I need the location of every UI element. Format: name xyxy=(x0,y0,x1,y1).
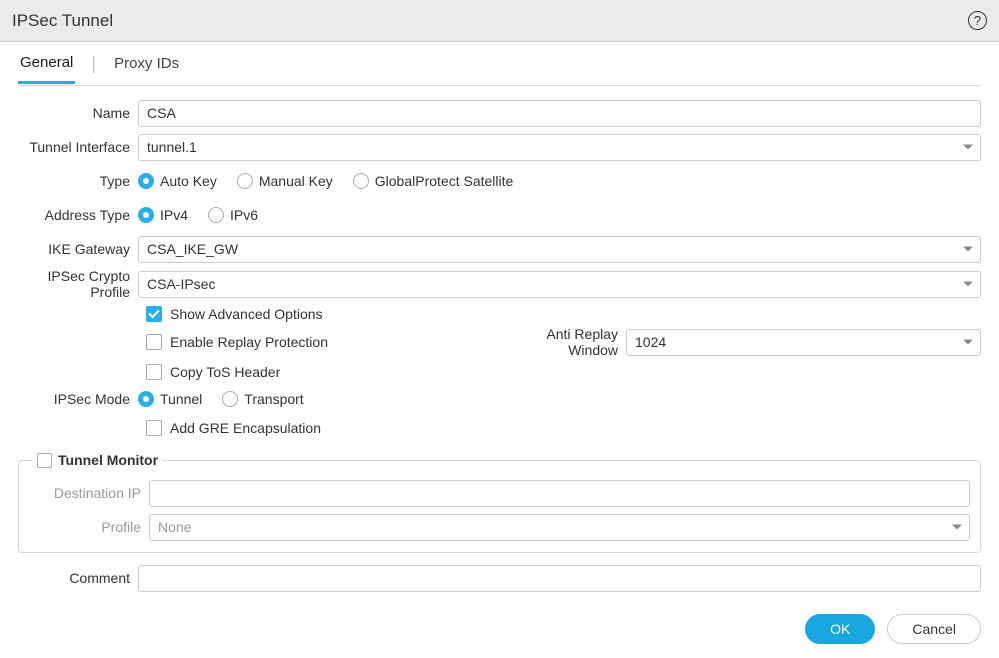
type-gp-satellite-radio[interactable]: GlobalProtect Satellite xyxy=(353,173,514,189)
replay-protection-checkbox[interactable]: Enable Replay Protection xyxy=(146,334,328,350)
show-advanced-label: Show Advanced Options xyxy=(170,306,323,322)
tunnel-monitor-checkbox[interactable] xyxy=(37,453,52,468)
tunnel-monitor-legend[interactable]: Tunnel Monitor xyxy=(33,452,162,468)
ike-gateway-select[interactable]: CSA_IKE_GW xyxy=(138,236,981,263)
tunnel-monitor-label: Tunnel Monitor xyxy=(58,452,158,468)
anti-replay-label: Anti Replay Window xyxy=(511,326,626,358)
tab-proxy-ids[interactable]: Proxy IDs xyxy=(112,45,181,82)
dest-ip-label: Destination IP xyxy=(29,485,149,501)
type-label: Type xyxy=(18,173,138,189)
mode-tunnel-radio[interactable]: Tunnel xyxy=(138,391,202,407)
copy-tos-label: Copy ToS Header xyxy=(170,364,280,380)
dest-ip-input[interactable] xyxy=(149,480,970,507)
ipsec-mode-label: IPSec Mode xyxy=(18,391,138,407)
type-auto-key-radio[interactable]: Auto Key xyxy=(138,173,217,189)
mode-tunnel-label: Tunnel xyxy=(160,391,202,407)
mode-transport-radio[interactable]: Transport xyxy=(222,391,303,407)
dialog-title: IPSec Tunnel xyxy=(12,11,113,31)
comment-label: Comment xyxy=(18,570,138,586)
name-label: Name xyxy=(18,105,138,121)
tunnel-interface-label: Tunnel Interface xyxy=(18,139,138,155)
name-input[interactable] xyxy=(138,100,981,127)
comment-input[interactable] xyxy=(138,565,981,592)
addr-ipv4-radio[interactable]: IPv4 xyxy=(138,207,188,223)
anti-replay-select[interactable]: 1024 xyxy=(626,329,981,356)
tab-separator: | xyxy=(91,53,96,74)
tab-general[interactable]: General xyxy=(18,44,75,84)
address-type-label: Address Type xyxy=(18,207,138,223)
profile-label: Profile xyxy=(29,519,149,535)
type-manual-key-label: Manual Key xyxy=(259,173,333,189)
addr-ipv4-label: IPv4 xyxy=(160,207,188,223)
cancel-button[interactable]: Cancel xyxy=(887,614,981,644)
replay-protection-label: Enable Replay Protection xyxy=(170,334,328,350)
gre-encap-label: Add GRE Encapsulation xyxy=(170,420,321,436)
ipsec-profile-label: IPSec Crypto Profile xyxy=(18,268,138,300)
show-advanced-checkbox[interactable]: Show Advanced Options xyxy=(146,306,981,322)
type-gp-satellite-label: GlobalProtect Satellite xyxy=(375,173,514,189)
addr-ipv6-radio[interactable]: IPv6 xyxy=(208,207,258,223)
copy-tos-checkbox[interactable]: Copy ToS Header xyxy=(146,364,981,380)
type-manual-key-radio[interactable]: Manual Key xyxy=(237,173,333,189)
addr-ipv6-label: IPv6 xyxy=(230,207,258,223)
help-icon[interactable]: ? xyxy=(968,11,987,30)
mode-transport-label: Transport xyxy=(244,391,303,407)
ok-button[interactable]: OK xyxy=(805,614,875,644)
tab-bar: General | Proxy IDs xyxy=(18,42,981,86)
gre-encap-checkbox[interactable]: Add GRE Encapsulation xyxy=(146,420,981,436)
ipsec-profile-select[interactable]: CSA-IPsec xyxy=(138,271,981,298)
tunnel-monitor-group: Tunnel Monitor Destination IP Profile No… xyxy=(18,452,981,553)
type-auto-key-label: Auto Key xyxy=(160,173,217,189)
ike-gateway-label: IKE Gateway xyxy=(18,241,138,257)
profile-select: None xyxy=(149,514,970,541)
tunnel-interface-select[interactable]: tunnel.1 xyxy=(138,134,981,161)
